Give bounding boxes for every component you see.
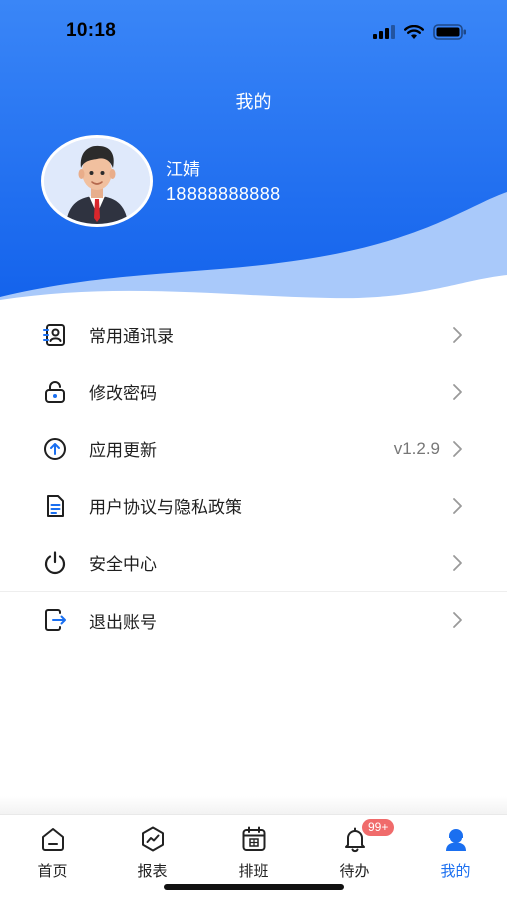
wifi-icon — [404, 24, 424, 39]
notification-badge: 99+ — [362, 819, 395, 836]
chart-icon — [141, 826, 164, 852]
tab-label: 首页 — [37, 862, 68, 880]
chevron-right-icon — [453, 612, 462, 628]
tab-reports[interactable]: 报表 — [102, 815, 203, 889]
user-phone: 18888888888 — [166, 184, 281, 204]
tabbar-shadow — [0, 796, 507, 816]
tab-label: 我的 — [440, 862, 471, 880]
home-indicator — [164, 884, 344, 890]
user-icon — [445, 829, 466, 851]
chevron-right-icon — [453, 383, 462, 400]
menu-item-label: 退出账号 — [89, 612, 157, 633]
tab-label: 排班 — [238, 862, 269, 880]
menu-item-label: 应用更新 — [89, 441, 157, 461]
chevron-right-icon — [453, 326, 462, 343]
app-version: v1.2.9 — [393, 438, 440, 458]
contacts-icon — [43, 323, 65, 346]
cellular-signal-icon — [373, 25, 395, 39]
menu-item-user-agreement[interactable]: 用户协议与隐私政策 — [0, 477, 507, 534]
battery-icon — [433, 24, 466, 40]
power-icon — [44, 550, 66, 574]
status-icons — [373, 24, 467, 40]
tab-todo[interactable]: 99+ 待办 — [304, 815, 405, 889]
avatar[interactable] — [41, 135, 153, 227]
menu-item-label: 修改密码 — [89, 384, 157, 404]
settings-menu: 常用通讯录 修改密码 应用更新 v1.2.9 用户协议与隐私政策 安全中心 退出… — [0, 306, 507, 648]
tab-label: 报表 — [137, 862, 168, 880]
menu-item-label: 用户协议与隐私政策 — [89, 498, 242, 518]
document-icon — [47, 494, 64, 517]
menu-item-label: 安全中心 — [89, 555, 157, 575]
avatar-illustration — [44, 138, 150, 224]
tab-mine[interactable]: 我的 — [405, 815, 506, 889]
menu-item-security-center[interactable]: 安全中心 — [0, 534, 507, 591]
calendar-icon — [242, 826, 265, 851]
tab-schedule[interactable]: 排班 — [203, 815, 304, 889]
menu-item-label: 常用通讯录 — [89, 327, 174, 347]
status-bar: 10:18 — [0, 0, 507, 64]
home-icon — [41, 828, 64, 851]
tab-label: 待办 — [339, 862, 370, 880]
update-icon — [44, 437, 66, 460]
menu-item-contacts[interactable]: 常用通讯录 — [0, 306, 507, 363]
chevron-right-icon — [453, 497, 462, 514]
menu-item-change-password[interactable]: 修改密码 — [0, 363, 507, 420]
status-time: 10:18 — [66, 20, 117, 41]
page-title: 我的 — [235, 92, 272, 113]
logout-icon — [45, 609, 66, 631]
tab-home[interactable]: 首页 — [2, 815, 103, 889]
menu-item-logout[interactable]: 退出账号 — [0, 591, 507, 648]
chevron-right-icon — [453, 554, 462, 571]
lock-icon — [45, 380, 65, 403]
user-name: 江婧 — [166, 160, 200, 180]
menu-item-app-update[interactable]: 应用更新 v1.2.9 — [0, 420, 507, 477]
chevron-right-icon — [453, 440, 462, 457]
profile-header: 10:18 我的 江婧 18888888888 — [0, 0, 507, 310]
